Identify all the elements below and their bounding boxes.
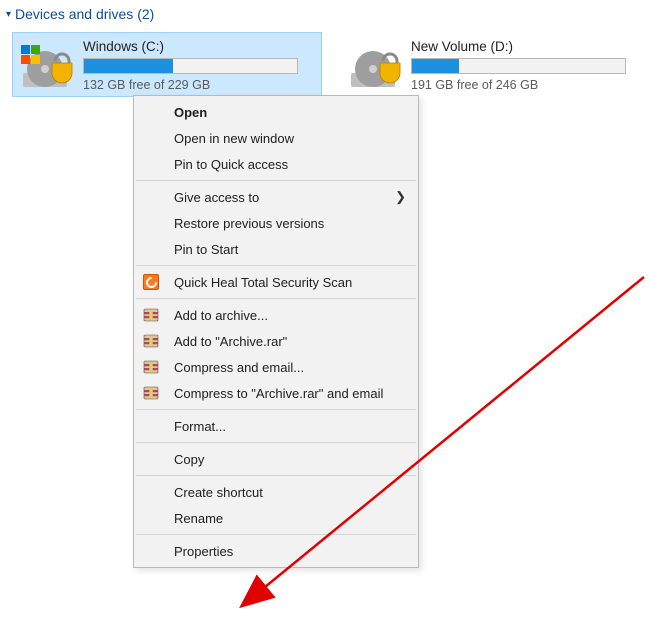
drive-free-text: 132 GB free of 229 GB — [83, 78, 313, 92]
menu-open[interactable]: Open — [134, 99, 418, 125]
chevron-right-icon: ❯ — [395, 189, 406, 205]
menu-label: Rename — [174, 511, 223, 526]
menu-restore-previous[interactable]: Restore previous versions — [134, 210, 418, 236]
menu-separator — [136, 534, 416, 535]
menu-properties[interactable]: Properties — [134, 538, 418, 564]
section-header[interactable]: ▾ Devices and drives (2) — [6, 6, 154, 22]
menu-label: Restore previous versions — [174, 216, 324, 231]
drive-capacity-bar — [83, 58, 298, 74]
menu-label: Quick Heal Total Security Scan — [174, 275, 352, 290]
winrar-icon — [142, 358, 160, 376]
menu-separator — [136, 442, 416, 443]
menu-label: Pin to Start — [174, 242, 238, 257]
menu-label: Format... — [174, 419, 226, 434]
winrar-icon — [142, 384, 160, 402]
section-title: Devices and drives (2) — [15, 6, 154, 22]
drive-tile-c[interactable]: Windows (C:) 132 GB free of 229 GB — [12, 32, 322, 97]
menu-label: Open — [174, 105, 207, 120]
quick-heal-icon — [142, 273, 160, 291]
menu-copy[interactable]: Copy — [134, 446, 418, 472]
menu-add-to-archive[interactable]: Add to archive... — [134, 302, 418, 328]
drive-tile-d[interactable]: New Volume (D:) 191 GB free of 246 GB — [340, 32, 650, 97]
menu-label: Properties — [174, 544, 233, 559]
menu-add-to-archive-rar[interactable]: Add to "Archive.rar" — [134, 328, 418, 354]
chevron-down-icon: ▾ — [6, 9, 11, 20]
menu-format[interactable]: Format... — [134, 413, 418, 439]
menu-label: Pin to Quick access — [174, 157, 288, 172]
menu-separator — [136, 475, 416, 476]
menu-separator — [136, 409, 416, 410]
context-menu: Open Open in new window Pin to Quick acc… — [133, 95, 419, 568]
menu-give-access-to[interactable]: Give access to ❯ — [134, 184, 418, 210]
menu-label: Create shortcut — [174, 485, 263, 500]
menu-open-new-window[interactable]: Open in new window — [134, 125, 418, 151]
menu-separator — [136, 180, 416, 181]
menu-separator — [136, 265, 416, 266]
menu-label: Give access to — [174, 190, 259, 205]
menu-label: Copy — [174, 452, 204, 467]
menu-pin-quick-access[interactable]: Pin to Quick access — [134, 151, 418, 177]
menu-compress-email[interactable]: Compress and email... — [134, 354, 418, 380]
menu-quick-heal-scan[interactable]: Quick Heal Total Security Scan — [134, 269, 418, 295]
drive-name: Windows (C:) — [83, 39, 313, 54]
menu-label: Add to archive... — [174, 308, 268, 323]
menu-label: Add to "Archive.rar" — [174, 334, 287, 349]
menu-separator — [136, 298, 416, 299]
menu-rename[interactable]: Rename — [134, 505, 418, 531]
drive-capacity-bar — [411, 58, 626, 74]
menu-compress-archive-email[interactable]: Compress to "Archive.rar" and email — [134, 380, 418, 406]
drive-free-text: 191 GB free of 246 GB — [411, 78, 641, 92]
menu-label: Compress to "Archive.rar" and email — [174, 386, 383, 401]
menu-pin-to-start[interactable]: Pin to Start — [134, 236, 418, 262]
drive-name: New Volume (D:) — [411, 39, 641, 54]
menu-label: Compress and email... — [174, 360, 304, 375]
menu-create-shortcut[interactable]: Create shortcut — [134, 479, 418, 505]
drive-icon — [21, 39, 73, 91]
menu-label: Open in new window — [174, 131, 294, 146]
winrar-icon — [142, 306, 160, 324]
winrar-icon — [142, 332, 160, 350]
drive-icon — [349, 39, 401, 91]
